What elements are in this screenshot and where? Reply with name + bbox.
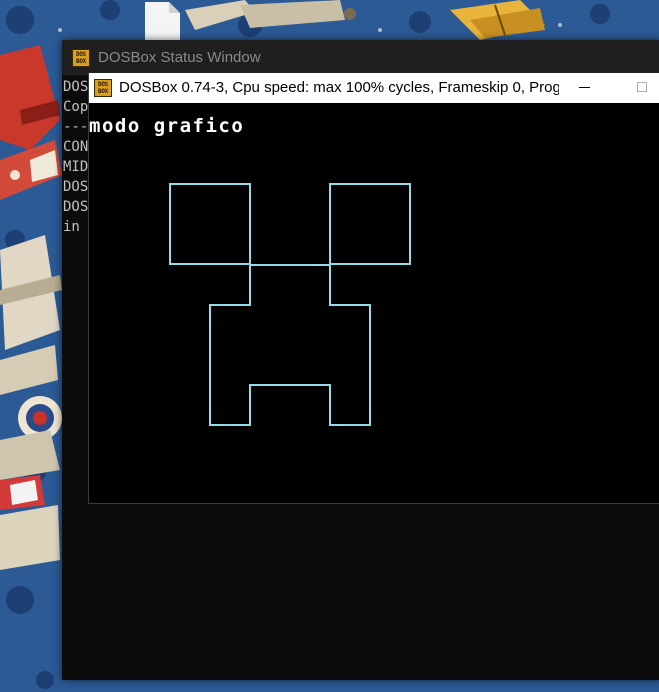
mouth-outline — [209, 264, 371, 426]
left-eye-outline — [169, 183, 251, 265]
console-line: MID — [63, 159, 89, 175]
console-line: DOS — [63, 199, 89, 215]
console-line: CON — [63, 139, 89, 155]
dosbox-icon: DOS BOX — [72, 49, 90, 67]
console-line: --- — [63, 119, 89, 135]
console-line: in — [63, 219, 80, 235]
dosbox-titlebar[interactable]: DOS BOX DOSBox 0.74-3, Cpu speed: max 10… — [89, 73, 659, 103]
maximize-icon — [637, 82, 647, 92]
maximize-button[interactable] — [619, 73, 659, 103]
console-line: DOS — [63, 179, 89, 195]
dosbox-icon: DOS BOX — [94, 79, 112, 97]
creeper-face-drawing — [169, 183, 411, 426]
console-line: DOS — [63, 79, 89, 95]
dosbox-window-title: DOSBox 0.74-3, Cpu speed: max 100% cycle… — [119, 79, 559, 96]
status-titlebar[interactable]: DOS BOX DOSBox Status Window — [62, 40, 659, 75]
right-eye-outline — [329, 183, 411, 265]
console-line: Cop — [63, 99, 89, 115]
dosbox-window[interactable]: DOS BOX DOSBox 0.74-3, Cpu speed: max 10… — [88, 73, 659, 504]
minimize-icon — [579, 87, 590, 88]
desktop: DOS BOX DOSBox Status Window DOS Cop ---… — [0, 0, 659, 692]
dos-screen[interactable]: modo grafico — [89, 103, 659, 503]
minimize-button[interactable] — [563, 73, 609, 103]
file-icon[interactable] — [142, 2, 182, 42]
status-window-title: DOSBox Status Window — [98, 49, 261, 66]
